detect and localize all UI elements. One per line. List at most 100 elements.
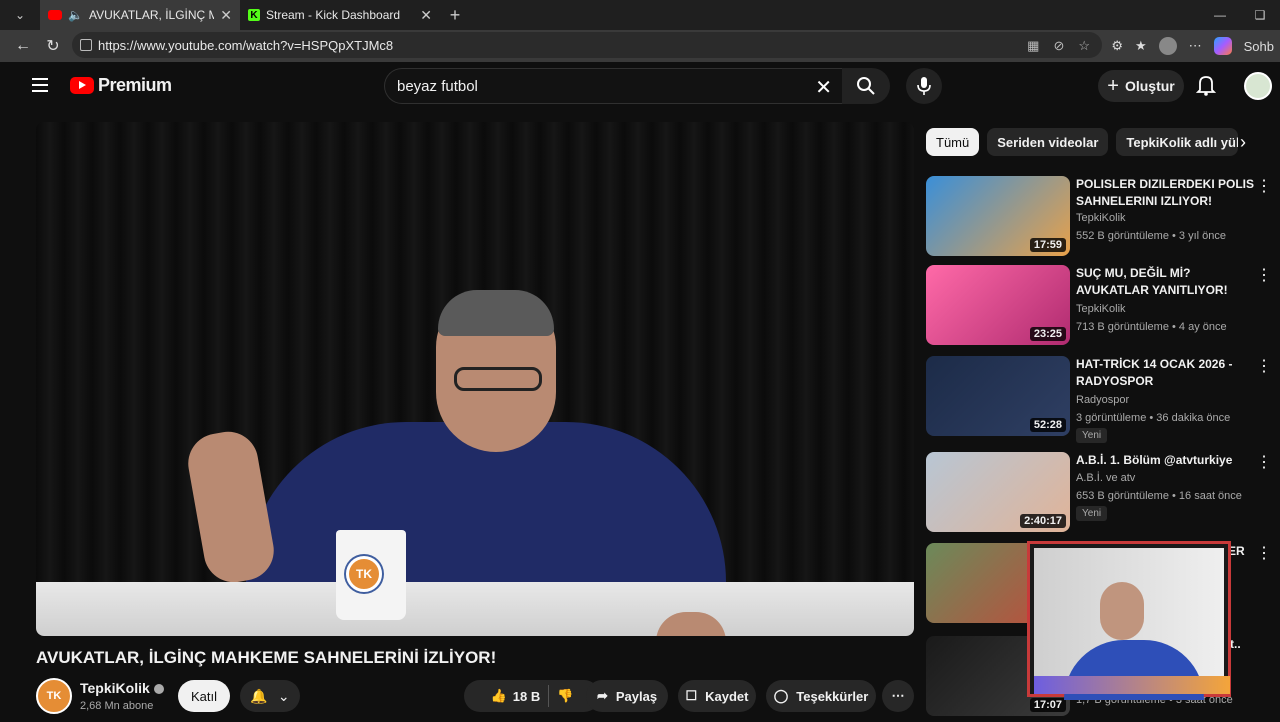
recommendation-item[interactable]: 2:40:17 A.B.İ. 1. Bölüm @atvturkiye A.B.… bbox=[926, 452, 1272, 538]
chip-all[interactable]: Tümü bbox=[926, 128, 980, 156]
channel-avatar[interactable]: TK bbox=[36, 678, 72, 714]
bell-icon: 🔔 bbox=[250, 687, 268, 704]
search-icon bbox=[857, 77, 875, 95]
video-table bbox=[36, 582, 914, 636]
clear-search-icon[interactable]: ✕ bbox=[815, 75, 832, 100]
hamburger-menu-icon[interactable] bbox=[32, 78, 48, 92]
video-thumbnail[interactable]: 52:28 bbox=[926, 356, 1070, 436]
youtube-premium-logo[interactable]: Premium bbox=[70, 75, 172, 96]
search-button[interactable] bbox=[842, 68, 890, 104]
kebab-menu-icon[interactable]: ⋮ bbox=[1256, 176, 1272, 196]
more-menu-icon[interactable]: ⋯ bbox=[1189, 38, 1202, 54]
rec-meta: 713 B görüntüleme • 4 ay önce bbox=[1076, 321, 1227, 333]
kebab-menu-icon[interactable]: ⋮ bbox=[1256, 452, 1272, 472]
thanks-button[interactable]: ◯ Teşekkürler bbox=[766, 680, 876, 712]
favorite-star-icon[interactable]: ☆ bbox=[1078, 38, 1090, 54]
youtube-favicon-icon bbox=[48, 10, 62, 20]
new-badge: Yeni bbox=[1076, 506, 1108, 521]
minimize-icon[interactable]: — bbox=[1200, 0, 1240, 30]
video-thumbnail[interactable]: 23:25 bbox=[926, 265, 1070, 345]
bookmark-icon: ☐ bbox=[685, 688, 698, 703]
bell-icon bbox=[1195, 76, 1217, 96]
channel-name-text[interactable]: TepkiKolik bbox=[80, 680, 150, 696]
browser-toolbar: ← ↻ https://www.youtube.com/watch?v=HSPQ… bbox=[0, 30, 1280, 62]
search-input[interactable]: beyaz futbol ✕ bbox=[384, 68, 842, 104]
thanks-label: Teşekkürler bbox=[796, 688, 869, 704]
chip-series[interactable]: Seriden videolar bbox=[987, 128, 1109, 156]
share-arrow-icon: ➦ bbox=[596, 688, 608, 703]
chevron-right-icon[interactable]: › bbox=[1240, 132, 1246, 153]
youtube-play-icon bbox=[70, 77, 94, 94]
plus-icon: + bbox=[1107, 74, 1119, 97]
back-arrow-icon[interactable]: ← bbox=[8, 31, 38, 61]
rec-title[interactable]: POLISLER DIZILERDEKI POLIS SAHNELERINI I… bbox=[1076, 176, 1254, 210]
tracking-prevention-icon[interactable]: ⊘ bbox=[1053, 38, 1064, 54]
close-tab-icon[interactable]: ✕ bbox=[420, 7, 432, 24]
extensions-icon[interactable]: ⚙ bbox=[1111, 38, 1123, 54]
copilot-icon[interactable] bbox=[1213, 37, 1232, 55]
window-controls: — ❑ bbox=[1200, 0, 1280, 30]
rec-channel[interactable]: A.B.İ. ve atv bbox=[1076, 472, 1135, 484]
thumbs-up-icon: 👍 bbox=[490, 688, 507, 703]
create-label: Oluştur bbox=[1124, 78, 1175, 94]
duration-badge: 17:59 bbox=[1029, 238, 1066, 252]
recommendation-item[interactable]: 23:25 SUÇ MU, DEĞİL Mİ? AVUKATLAR YANITL… bbox=[926, 265, 1272, 351]
like-button[interactable]: 👍 18 B bbox=[491, 688, 541, 704]
kebab-menu-icon[interactable]: ⋮ bbox=[1256, 265, 1272, 285]
recommendation-item[interactable]: 52:28 HAT-TRİCK 14 OCAK 2026 - RADYOSPOR… bbox=[926, 356, 1272, 443]
rec-channel[interactable]: TepkiKolik bbox=[1076, 303, 1126, 315]
video-player[interactable]: TK bbox=[36, 122, 914, 636]
kebab-menu-icon[interactable]: ⋮ bbox=[1256, 543, 1272, 563]
speaker-icon[interactable]: 🔈 bbox=[68, 8, 83, 22]
notifications-button[interactable] bbox=[1195, 74, 1217, 101]
rec-title[interactable]: SUÇ MU, DEĞİL Mİ? AVUKATLAR YANITLIYOR! bbox=[1076, 265, 1254, 299]
save-button[interactable]: ☐ Kaydet bbox=[678, 680, 756, 712]
rec-title[interactable]: t.. bbox=[1230, 636, 1260, 653]
dislike-button[interactable]: 👎 bbox=[557, 688, 573, 704]
kick-favicon-icon: K bbox=[248, 9, 260, 21]
kebab-menu-icon[interactable]: ⋮ bbox=[1256, 356, 1272, 376]
video-owner-row: TK TepkiKolik 2,68 Mn abone Katıl 🔔 ⌄ 👍 … bbox=[36, 678, 936, 718]
share-label: Paylaş bbox=[615, 688, 658, 704]
video-thumbnail[interactable]: 17:59 bbox=[926, 176, 1070, 256]
rec-meta: 3 görüntüleme • 36 dakika önce bbox=[1076, 412, 1231, 424]
tab-list-chevron-icon[interactable]: ⌄ bbox=[0, 0, 40, 30]
site-info-icon[interactable] bbox=[80, 39, 92, 51]
copilot-label[interactable]: Sohb bbox=[1244, 39, 1274, 54]
favorites-icon[interactable]: ★ bbox=[1135, 38, 1147, 54]
voice-search-button[interactable] bbox=[906, 68, 942, 104]
new-tab-plus-icon[interactable]: + bbox=[440, 5, 470, 26]
rec-channel[interactable]: Radyospor bbox=[1076, 394, 1129, 406]
channel-name[interactable]: TepkiKolik bbox=[80, 680, 164, 696]
search-query: beyaz futbol bbox=[397, 77, 478, 95]
new-badge: Yeni bbox=[1076, 428, 1108, 443]
tab-kick[interactable]: K Stream - Kick Dashboard ✕ bbox=[240, 0, 440, 30]
create-button[interactable]: + Oluştur bbox=[1098, 70, 1184, 102]
rec-title[interactable]: HAT-TRİCK 14 OCAK 2026 - RADYOSPOR bbox=[1076, 356, 1254, 390]
reload-icon[interactable]: ↻ bbox=[38, 31, 68, 61]
maximize-icon[interactable]: ❑ bbox=[1240, 0, 1280, 30]
video-thumbnail[interactable]: 2:40:17 bbox=[926, 452, 1070, 532]
chip-uploads[interactable]: TepkiKolik adlı yükle bbox=[1116, 128, 1239, 156]
recommendation-item[interactable]: 17:59 POLISLER DIZILERDEKI POLIS SAHNELE… bbox=[926, 176, 1272, 262]
browser-profile-avatar[interactable] bbox=[1158, 37, 1177, 55]
close-tab-icon[interactable]: ✕ bbox=[220, 7, 232, 24]
tab-title: Stream - Kick Dashboard bbox=[266, 8, 401, 22]
join-button[interactable]: Katıl bbox=[178, 680, 230, 712]
rec-title[interactable]: A.B.İ. 1. Bölüm @atvturkiye bbox=[1076, 452, 1254, 469]
tab-youtube[interactable]: 🔈 AVUKATLAR, İLGİNÇ MAHKEM ✕ bbox=[40, 0, 240, 30]
rec-title[interactable]: ER bbox=[1228, 543, 1258, 560]
rec-channel[interactable]: TepkiKolik bbox=[1076, 212, 1126, 224]
share-button[interactable]: ➦ Paylaş bbox=[586, 680, 668, 712]
account-avatar[interactable] bbox=[1244, 72, 1272, 100]
divider bbox=[548, 685, 550, 707]
subscriber-count: 2,68 Mn abone bbox=[80, 700, 154, 712]
rec-meta: 653 B görüntüleme • 16 saat önce bbox=[1076, 490, 1242, 502]
more-horizontal-icon: ⋯ bbox=[891, 688, 905, 703]
app-available-icon[interactable]: ▦ bbox=[1027, 38, 1039, 54]
duration-badge: 23:25 bbox=[1029, 327, 1066, 341]
more-actions-button[interactable]: ⋯ bbox=[882, 680, 914, 712]
address-bar[interactable]: https://www.youtube.com/watch?v=HSPQpXTJ… bbox=[72, 32, 1102, 58]
webcam-frame-bar bbox=[1034, 676, 1230, 694]
subscription-notifications-button[interactable]: 🔔 ⌄ bbox=[240, 680, 300, 712]
